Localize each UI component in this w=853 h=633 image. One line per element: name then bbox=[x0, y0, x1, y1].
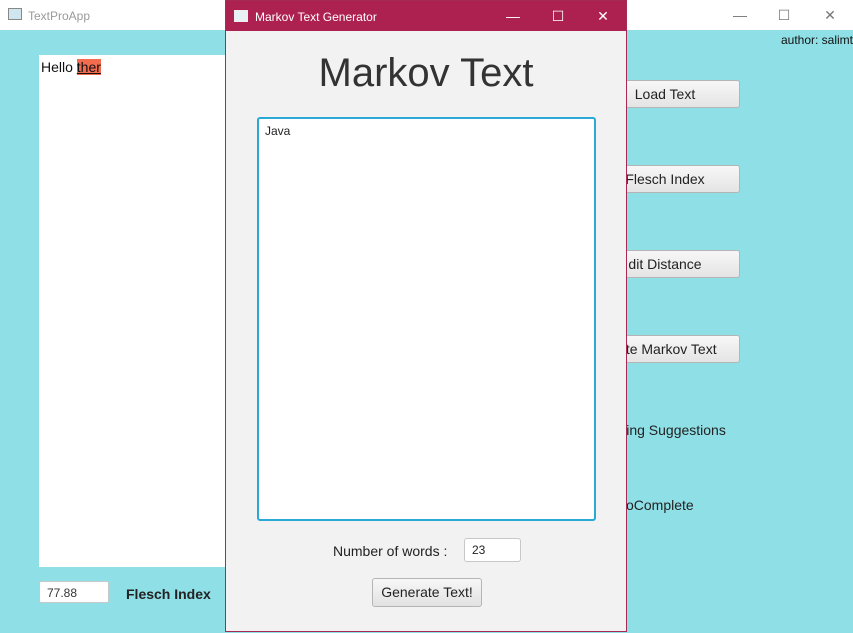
generate-text-button[interactable]: Generate Text! bbox=[372, 578, 482, 607]
maximize-icon[interactable]: ☐ bbox=[761, 0, 807, 30]
dialog-close-icon[interactable]: ✕ bbox=[580, 1, 626, 31]
minimize-icon[interactable]: — bbox=[717, 0, 763, 30]
dialog-title: Markov Text Generator bbox=[255, 10, 377, 24]
main-window-title: TextProApp bbox=[28, 9, 91, 23]
dialog-minimize-icon[interactable]: — bbox=[490, 1, 536, 31]
author-label: author: salimt bbox=[780, 33, 853, 47]
dialog-heading: Markov Text bbox=[318, 51, 534, 95]
misspelled-word[interactable]: ther bbox=[76, 59, 101, 75]
flesch-index-label: Flesch Index bbox=[126, 586, 211, 602]
flesch-value-field[interactable]: 77.88 bbox=[39, 581, 109, 603]
dialog-title-bar: Markov Text Generator — ☐ ✕ bbox=[226, 1, 626, 31]
app-icon bbox=[8, 8, 22, 20]
words-input[interactable]: 23 bbox=[464, 538, 521, 562]
main-text-area[interactable]: Hello ther bbox=[39, 55, 229, 567]
generated-text-content: Java bbox=[265, 124, 291, 138]
spelling-suggestions-label[interactable]: lling Suggestions bbox=[620, 422, 726, 438]
markov-dialog: Markov Text Generator — ☐ ✕ Markov Text … bbox=[225, 0, 627, 632]
dialog-maximize-icon[interactable]: ☐ bbox=[535, 1, 581, 31]
main-text-content: Hello ther bbox=[41, 59, 101, 75]
autocomplete-label[interactable]: oComplete bbox=[626, 497, 694, 513]
generated-text-area[interactable]: Java bbox=[257, 117, 596, 521]
text-plain: Hello bbox=[41, 59, 77, 75]
words-label: Number of words : bbox=[333, 543, 448, 559]
dialog-app-icon bbox=[234, 10, 248, 22]
close-icon[interactable]: ✕ bbox=[807, 0, 853, 30]
